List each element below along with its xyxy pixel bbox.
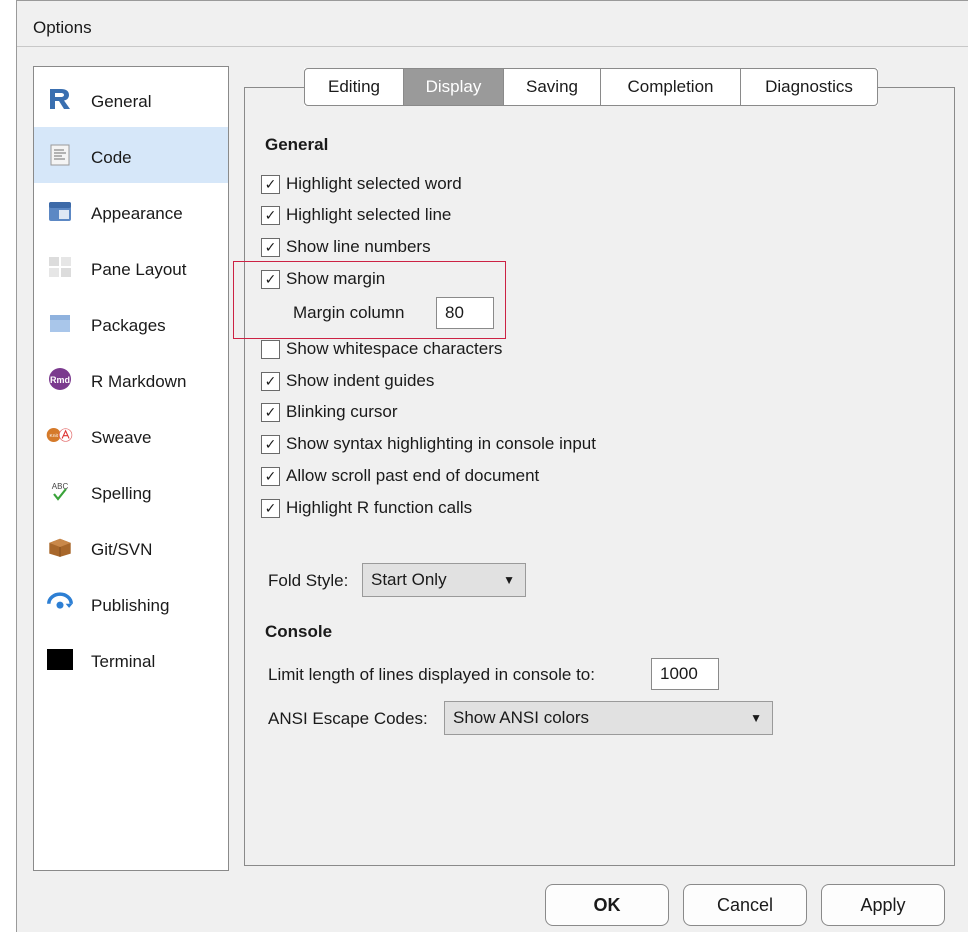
option-show-whitespace[interactable]: Show whitespace characters	[261, 338, 502, 360]
check-mark-icon: ✓	[264, 373, 277, 389]
sidebar-item-appearance[interactable]: Appearance	[34, 183, 228, 239]
console-limit-input[interactable]: 1000	[651, 658, 719, 690]
fold-style-label: Fold Style:	[268, 571, 349, 590]
sidebar-item-label: Git/SVN	[91, 540, 153, 559]
option-blinking-cursor[interactable]: ✓ Blinking cursor	[261, 401, 398, 423]
checkbox[interactable]: ✓	[261, 498, 280, 518]
title-bar: Options	[17, 1, 968, 47]
option-highlight-selected-word[interactable]: ✓ Highlight selected word	[261, 173, 462, 195]
check-mark-icon: ✓	[264, 468, 277, 484]
sweave-badge-text: Knit	[49, 433, 58, 439]
check-mark-icon: ✓	[264, 207, 277, 223]
option-scroll-past-end[interactable]: ✓ Allow scroll past end of document	[261, 465, 539, 487]
sidebar-item-pane-layout[interactable]: Pane Layout	[34, 239, 228, 295]
apply-button[interactable]: Apply	[821, 884, 945, 926]
option-label: Blinking cursor	[286, 402, 398, 421]
tab-completion[interactable]: Completion	[600, 68, 741, 106]
ansi-escape-select[interactable]: Show ANSI colors ▼	[444, 701, 773, 735]
r-logo-icon	[46, 87, 74, 111]
options-dialog: Options General Code Appearance Pane Lay…	[16, 0, 968, 932]
git-box-icon	[46, 535, 74, 559]
option-label: Show syntax highlighting in console inpu…	[286, 434, 596, 453]
ok-button[interactable]: OK	[545, 884, 669, 926]
console-limit-label: Limit length of lines displayed in conso…	[268, 665, 595, 684]
option-highlight-selected-line[interactable]: ✓ Highlight selected line	[261, 204, 451, 226]
sidebar-item-label: General	[91, 92, 152, 111]
sidebar-item-label: Sweave	[91, 428, 152, 447]
ansi-escape-value: Show ANSI colors	[453, 708, 590, 727]
checkbox[interactable]: ✓	[261, 402, 280, 422]
sidebar-item-packages[interactable]: Packages	[34, 295, 228, 351]
option-label: Show whitespace characters	[286, 339, 503, 358]
sidebar-item-terminal[interactable]: Terminal	[34, 631, 228, 687]
checkbox[interactable]: ✓	[261, 237, 280, 257]
appearance-icon	[46, 199, 74, 223]
sidebar-item-label: Publishing	[91, 596, 170, 615]
fold-style-value: Start Only	[371, 570, 447, 589]
sidebar-item-sweave[interactable]: Knit Sweave	[34, 407, 228, 463]
check-mark-icon: ✓	[264, 239, 277, 255]
sidebar-item-label: Terminal	[91, 652, 156, 671]
check-mark-icon: ✓	[264, 404, 277, 420]
rmd-icon: Rmd	[46, 367, 74, 391]
sidebar-item-label: Spelling	[91, 484, 152, 503]
chevron-down-icon: ▼	[750, 711, 762, 725]
checkbox[interactable]: ✓	[261, 466, 280, 486]
check-mark-icon: ✓	[264, 436, 277, 452]
checkbox[interactable]: ✓	[261, 371, 280, 391]
checkbox[interactable]: ✓	[261, 205, 280, 225]
option-label: Show indent guides	[286, 371, 435, 390]
sweave-icon: Knit	[46, 423, 74, 447]
option-syntax-highlighting-console[interactable]: ✓ Show syntax highlighting in console in…	[261, 433, 596, 455]
sidebar-item-r-markdown[interactable]: Rmd R Markdown	[34, 351, 228, 407]
sidebar-item-publishing[interactable]: Publishing	[34, 575, 228, 631]
sidebar: General Code Appearance Pane Layout Pack…	[33, 66, 229, 871]
option-label: Show line numbers	[286, 237, 431, 256]
option-label: Highlight selected word	[286, 174, 462, 193]
check-mark-icon: ✓	[264, 500, 277, 516]
option-label: Highlight R function calls	[286, 498, 473, 517]
checkbox[interactable]: ✓	[261, 434, 280, 454]
option-label: Highlight selected line	[286, 205, 452, 224]
highlight-box	[233, 261, 506, 339]
sidebar-item-label: Code	[91, 148, 132, 167]
option-show-line-numbers[interactable]: ✓ Show line numbers	[261, 236, 431, 258]
sidebar-item-spelling[interactable]: ABC Spelling	[34, 463, 228, 519]
terminal-icon	[46, 647, 74, 671]
fold-style-select[interactable]: Start Only ▼	[362, 563, 526, 597]
packages-icon	[46, 311, 74, 335]
rmd-badge-text: Rmd	[50, 375, 70, 385]
tab-saving[interactable]: Saving	[503, 68, 601, 106]
console-heading: Console	[265, 622, 333, 641]
publishing-icon	[46, 591, 74, 615]
checkbox[interactable]: ✓	[261, 174, 280, 194]
option-label: Allow scroll past end of document	[286, 466, 540, 485]
general-heading: General	[265, 135, 329, 154]
chevron-down-icon: ▼	[503, 573, 515, 587]
sidebar-item-label: Pane Layout	[91, 260, 187, 279]
spelling-icon: ABC	[46, 479, 74, 503]
code-document-icon	[46, 143, 74, 167]
sidebar-item-general[interactable]: General	[34, 71, 228, 127]
pane-layout-icon	[46, 255, 74, 279]
option-show-indent-guides[interactable]: ✓ Show indent guides	[261, 370, 434, 392]
tab-diagnostics[interactable]: Diagnostics	[740, 68, 878, 106]
tab-bar: Editing Display Saving Completion Diagno…	[304, 68, 878, 106]
sidebar-item-git-svn[interactable]: Git/SVN	[34, 519, 228, 575]
tab-display[interactable]: Display	[403, 68, 504, 106]
option-highlight-r-function-calls[interactable]: ✓ Highlight R function calls	[261, 497, 472, 519]
sidebar-item-label: Appearance	[91, 204, 183, 223]
ansi-escape-label: ANSI Escape Codes:	[268, 709, 428, 728]
sidebar-item-code[interactable]: Code	[34, 127, 228, 183]
check-mark-icon: ✓	[264, 176, 277, 192]
checkbox[interactable]	[261, 339, 280, 359]
cancel-button[interactable]: Cancel	[683, 884, 807, 926]
tab-editing[interactable]: Editing	[304, 68, 404, 106]
window-title: Options	[33, 18, 92, 37]
sidebar-item-label: R Markdown	[91, 372, 187, 391]
sidebar-item-label: Packages	[91, 316, 166, 335]
